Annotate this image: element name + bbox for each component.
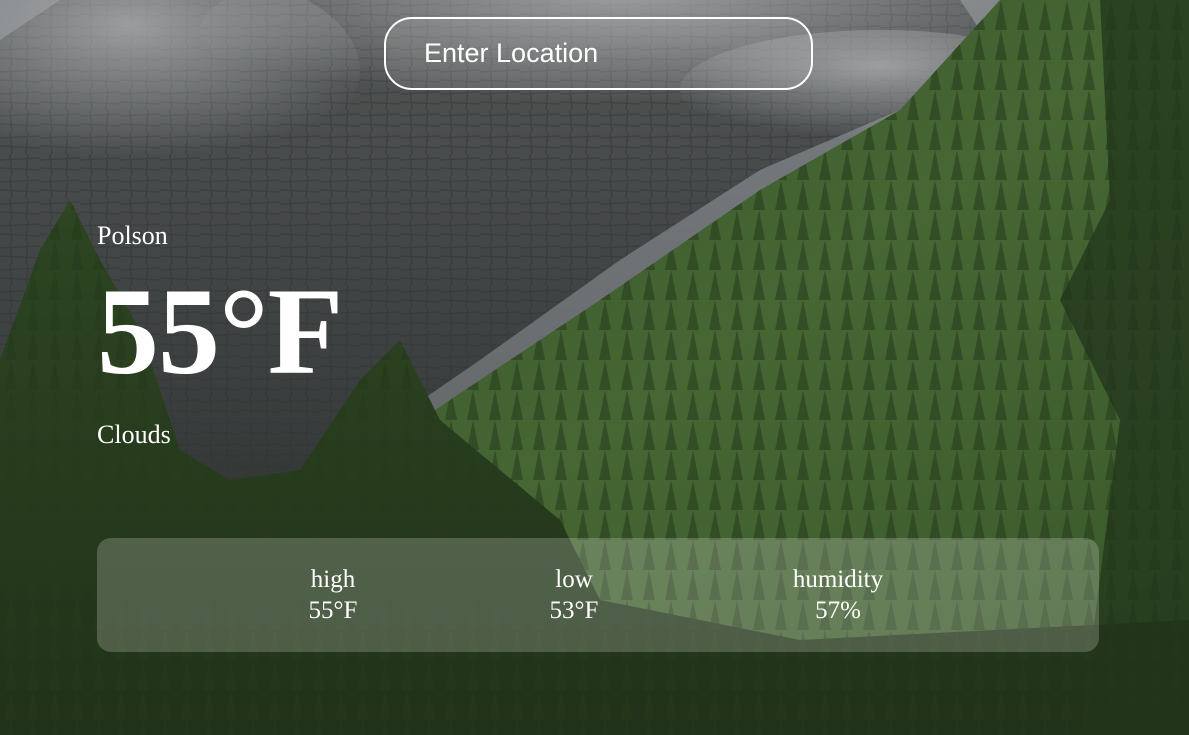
search-container [384,17,813,90]
weather-stats-panel: high 55°F low 53°F humidity 57% [97,538,1099,652]
stat-humidity: humidity 57% [768,564,908,626]
stat-humidity-label: humidity [792,566,884,593]
stat-high: high 55°F [283,564,383,626]
stat-low-value: 53°F [549,597,599,624]
current-temperature: 55°F [97,263,343,400]
location-name: Polson [97,221,168,250]
weather-description: Clouds [97,420,171,449]
stat-high-label: high [310,566,356,593]
location-search-input[interactable] [384,17,813,90]
stat-low-label: low [555,566,593,593]
stat-high-value: 55°F [308,597,358,624]
stat-low: low 53°F [524,564,624,626]
stat-humidity-value: 57% [815,597,861,624]
